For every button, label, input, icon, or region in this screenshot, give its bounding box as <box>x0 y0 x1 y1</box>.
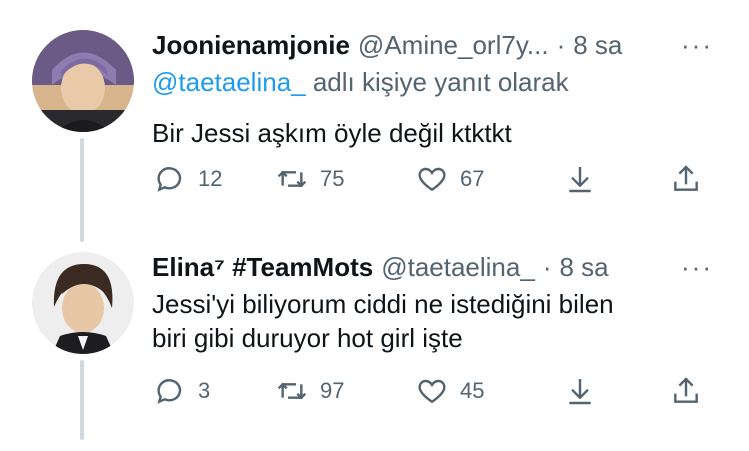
action-bar: 3 97 45 <box>152 375 712 415</box>
display-name[interactable]: Elina⁷ #TeamMots <box>152 252 373 283</box>
bookmark-button[interactable] <box>564 375 596 407</box>
reply-icon <box>157 379 182 404</box>
separator-dot: · <box>542 252 552 282</box>
user-handle[interactable]: @Amine_orl7y... <box>358 30 549 61</box>
reply-count: 12 <box>198 166 223 191</box>
retweet-count: 97 <box>320 378 345 403</box>
reply-mention-link[interactable]: @taetaelina_ <box>152 67 306 97</box>
separator-dot: · <box>556 30 566 60</box>
tweet-text: Jessi'yi biliyorum ciddi ne istediğini b… <box>152 287 614 355</box>
retweet-count: 75 <box>320 166 345 191</box>
reply-context: @taetaelina_ adlı kişiye yanıt olarak <box>152 67 569 98</box>
like-button[interactable]: 67 <box>416 163 484 195</box>
reply-count: 3 <box>198 378 211 403</box>
like-count: 67 <box>460 166 485 191</box>
tweet-text: Bir Jessi aşkım öyle değil ktktkt <box>152 118 512 148</box>
thread-line-top <box>80 230 84 242</box>
tweet-text-line: biri gibi duruyor hot girl işte <box>152 323 463 353</box>
share-button[interactable] <box>670 163 702 195</box>
retweet-button[interactable]: 97 <box>276 375 344 407</box>
heart-icon <box>418 379 446 404</box>
like-button[interactable]: 45 <box>416 375 484 407</box>
retweet-icon <box>277 382 307 400</box>
thread-line <box>80 360 84 440</box>
avatar[interactable] <box>32 30 134 132</box>
reply-context-text: adlı kişiye yanıt olarak <box>305 67 569 97</box>
thread-line <box>80 138 84 238</box>
user-handle[interactable]: @taetaelina_ <box>381 252 535 283</box>
tweet-2[interactable]: Elina⁷ #TeamMots @taetaelina_ · 8 sa ···… <box>0 230 749 451</box>
share-icon <box>674 165 698 191</box>
tweet-1[interactable]: Joonienamjonie @Amine_orl7y... · 8 sa ··… <box>0 0 749 238</box>
more-options-icon[interactable]: ··· <box>681 30 713 61</box>
reply-icon <box>157 167 182 192</box>
share-button[interactable] <box>670 375 702 407</box>
timestamp[interactable]: 8 sa <box>573 30 622 61</box>
download-icon <box>569 379 591 405</box>
reply-button[interactable]: 12 <box>154 163 222 195</box>
tweet-header: Joonienamjonie @Amine_orl7y... · 8 sa <box>152 30 622 61</box>
tweet-header: Elina⁷ #TeamMots @taetaelina_ · 8 sa <box>152 252 609 283</box>
retweet-icon <box>277 170 307 188</box>
tweet-text-line: Jessi'yi biliyorum ciddi ne istediğini b… <box>152 289 614 319</box>
timestamp[interactable]: 8 sa <box>560 252 609 283</box>
action-bar: 12 75 67 <box>152 163 712 203</box>
like-count: 45 <box>460 378 485 403</box>
bookmark-button[interactable] <box>564 163 596 195</box>
retweet-button[interactable]: 75 <box>276 163 344 195</box>
download-icon <box>569 167 591 193</box>
share-icon <box>674 377 698 403</box>
more-options-icon[interactable]: ··· <box>681 252 713 283</box>
heart-icon <box>418 167 446 192</box>
reply-button[interactable]: 3 <box>154 375 210 407</box>
display-name[interactable]: Joonienamjonie <box>152 30 350 61</box>
avatar[interactable] <box>32 252 134 354</box>
